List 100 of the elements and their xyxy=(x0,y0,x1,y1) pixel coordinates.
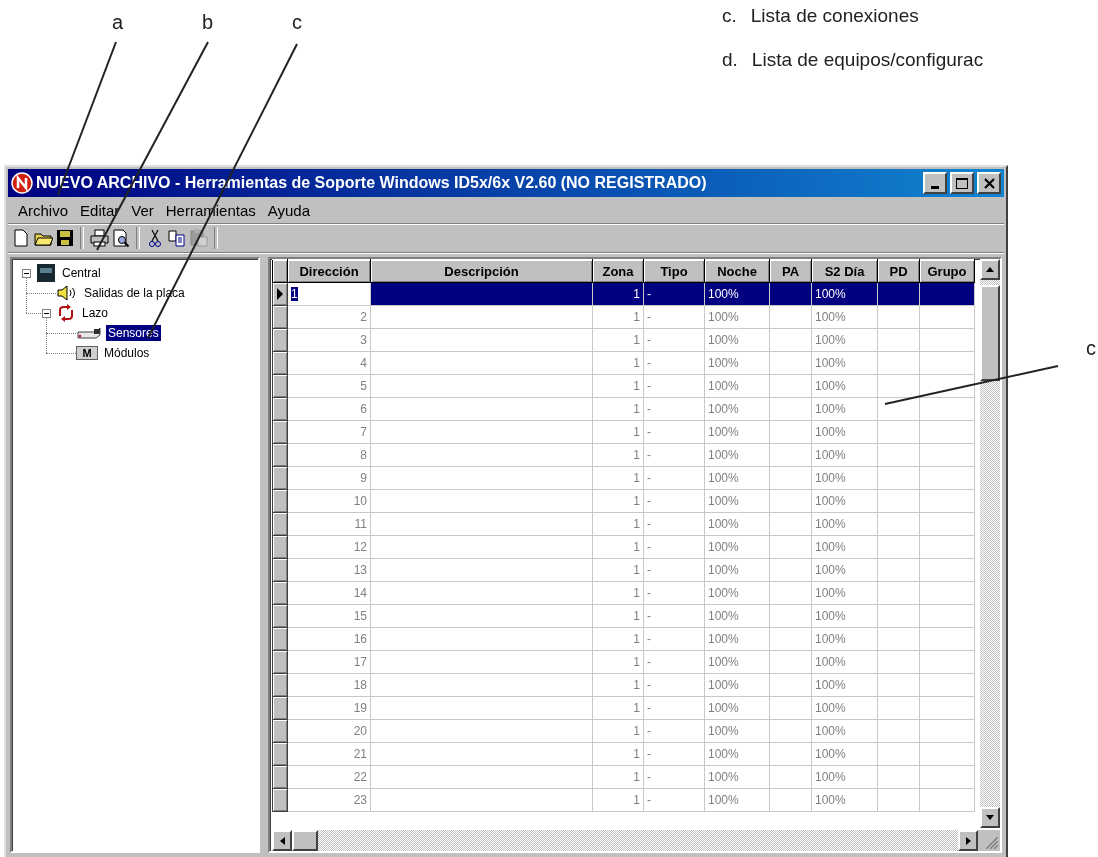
table-row[interactable]: 3 1 - 100% 100% xyxy=(272,328,975,352)
table-row[interactable]: 14 1 - 100% 100% xyxy=(272,581,975,605)
toolbar-button[interactable] xyxy=(166,227,188,249)
table-cell: 1 xyxy=(291,287,298,301)
tree-item[interactable]: Módulos xyxy=(102,345,152,361)
table-cell: 100% xyxy=(811,719,878,743)
scroll-left-button[interactable] xyxy=(272,830,292,851)
menu-item[interactable]: Editar xyxy=(74,201,126,219)
toolbar-button[interactable] xyxy=(110,227,132,249)
tree-item[interactable]: Sensores xyxy=(106,325,161,341)
tree-item[interactable]: Central xyxy=(60,265,103,281)
table-row[interactable]: 22 1 - 100% 100% xyxy=(272,765,975,789)
table-row[interactable]: 18 1 - 100% 100% xyxy=(272,673,975,697)
table-row[interactable]: 6 1 - 100% 100% xyxy=(272,397,975,421)
menu-item[interactable]: Ayuda xyxy=(261,201,317,219)
tree-item[interactable]: Lazo xyxy=(80,305,111,321)
table-cell: 100% xyxy=(811,627,878,651)
table-cell: 100% xyxy=(811,351,878,375)
table-row[interactable]: 13 1 - 100% 100% xyxy=(272,558,975,582)
table-row[interactable]: 17 1 - 100% 100% xyxy=(272,650,975,674)
table-row[interactable]: 2 1 - 100% 100% xyxy=(272,305,975,329)
close-icon xyxy=(983,177,995,189)
table-cell: 100% xyxy=(704,765,770,789)
scroll-thumb[interactable] xyxy=(292,830,318,851)
toolbar-button[interactable] xyxy=(54,227,76,249)
table-row[interactable]: 16 1 - 100% 100% xyxy=(272,627,975,651)
table-row[interactable]: 15 1 - 100% 100% xyxy=(272,604,975,628)
table-row[interactable]: 8 1 - 100% 100% xyxy=(272,443,975,467)
table-cell: 19 xyxy=(353,701,367,715)
table-cell: 3 xyxy=(360,333,367,347)
scroll-down-button[interactable] xyxy=(980,807,1000,828)
table-cell: 1 xyxy=(592,581,644,605)
print-preview-icon xyxy=(111,228,131,248)
menu-item[interactable]: Ver xyxy=(125,201,160,219)
column-header[interactable]: Grupo xyxy=(919,259,975,283)
table-cell: - xyxy=(643,535,705,559)
table-cell: 100% xyxy=(704,627,770,651)
table-cell: 100% xyxy=(811,512,878,536)
table-cell: 10 xyxy=(353,494,367,508)
callout-letter: b xyxy=(202,10,214,34)
minimize-button[interactable] xyxy=(923,172,947,194)
table-row[interactable]: 23 1 - 100% 100% xyxy=(272,788,975,812)
column-header[interactable]: PD xyxy=(877,259,920,283)
table-cell: 1 xyxy=(592,719,644,743)
column-header[interactable]: Noche xyxy=(704,259,770,283)
table-cell: - xyxy=(643,650,705,674)
table-cell: 21 xyxy=(353,747,367,761)
scroll-up-button[interactable] xyxy=(980,259,1000,280)
close-button[interactable] xyxy=(977,172,1001,194)
table-cell: 100% xyxy=(704,535,770,559)
table-cell: - xyxy=(643,305,705,329)
table-row[interactable]: 19 1 - 100% 100% xyxy=(272,696,975,720)
table-cell: - xyxy=(643,328,705,352)
table-cell: - xyxy=(643,696,705,720)
column-header[interactable]: Descripción xyxy=(370,259,593,283)
table-row[interactable]: 9 1 - 100% 100% xyxy=(272,466,975,490)
table-cell: 100% xyxy=(704,489,770,513)
horizontal-scrollbar[interactable] xyxy=(272,830,1000,851)
table-cell: 1 xyxy=(592,512,644,536)
maximize-button[interactable] xyxy=(950,172,974,194)
collapse-icon[interactable] xyxy=(41,308,51,318)
table-cell: 100% xyxy=(704,742,770,766)
table-row[interactable]: 12 1 - 100% 100% xyxy=(272,535,975,559)
column-header[interactable]: Dirección xyxy=(287,259,371,283)
printer-icon xyxy=(89,228,109,248)
table-cell: 1 xyxy=(592,788,644,812)
column-header[interactable]: PA xyxy=(769,259,812,283)
menu-item[interactable]: Archivo xyxy=(12,201,75,219)
scroll-thumb[interactable] xyxy=(980,285,1000,381)
table-row[interactable]: 4 1 - 100% 100% xyxy=(272,351,975,375)
table-row[interactable]: 10 1 - 100% 100% xyxy=(272,489,975,513)
table-row[interactable]: 11 1 - 100% 100% xyxy=(272,512,975,536)
scroll-right-button[interactable] xyxy=(958,830,978,851)
copy-icon xyxy=(167,228,187,248)
table-row[interactable]: 7 1 - 100% 100% xyxy=(272,420,975,444)
table-cell: 100% xyxy=(704,650,770,674)
table-cell: 1 xyxy=(592,397,644,421)
table-cell: 1 xyxy=(592,765,644,789)
table-row[interactable]: 21 1 - 100% 100% xyxy=(272,742,975,766)
toolbar-button[interactable] xyxy=(88,227,110,249)
down-arrow-icon xyxy=(986,815,994,820)
column-header[interactable]: Zona xyxy=(592,259,644,283)
table-cell: - xyxy=(643,489,705,513)
collapse-icon[interactable] xyxy=(21,268,31,278)
table-row[interactable]: 1 1 - 100% 100% xyxy=(272,282,975,306)
sensor-icon xyxy=(76,326,102,340)
table-cell: 4 xyxy=(360,356,367,370)
callout-letter: a xyxy=(112,10,124,34)
column-header[interactable]: Tipo xyxy=(643,259,705,283)
right-arrow-icon xyxy=(965,836,971,845)
save-icon xyxy=(55,228,75,248)
table-cell: 1 xyxy=(592,489,644,513)
current-row-icon xyxy=(276,288,284,300)
table-row[interactable]: 20 1 - 100% 100% xyxy=(272,719,975,743)
table-row[interactable]: 5 1 - 100% 100% xyxy=(272,374,975,398)
table-cell: 5 xyxy=(360,379,367,393)
table-cell: - xyxy=(643,673,705,697)
table-cell: 13 xyxy=(353,563,367,577)
vertical-scrollbar[interactable] xyxy=(980,259,1000,828)
column-header[interactable]: S2 Día xyxy=(811,259,878,283)
